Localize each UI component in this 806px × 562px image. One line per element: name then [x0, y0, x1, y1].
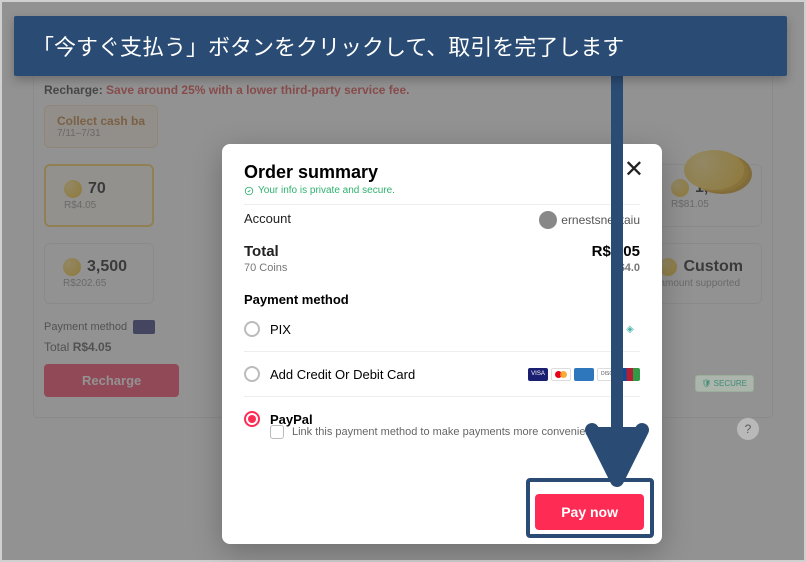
pay-now-wrapper: Pay now [535, 494, 644, 530]
order-summary-modal: ✕ Order summary Your info is private and… [222, 144, 662, 544]
jcb-icon [620, 368, 640, 381]
pix-label: PIX [270, 322, 291, 337]
total-value: R$4.05 [592, 243, 640, 260]
close-button[interactable]: ✕ [624, 158, 644, 182]
visa-icon: VISA [528, 368, 548, 381]
avatar-icon [539, 211, 557, 229]
payment-option-pix[interactable]: PIX ◈ [244, 307, 640, 352]
account-row: Account ernestsneptaiu [244, 204, 640, 229]
lock-icon [244, 186, 254, 196]
card-brand-icons: VISA DISC [528, 368, 640, 381]
paypal-link-label: Link this payment method to make payment… [292, 426, 595, 438]
discover-icon: DISC [597, 368, 617, 381]
coins-price: R$4.0 [592, 262, 640, 274]
radio-checked-icon [244, 411, 260, 427]
coins-count: 70 Coins [244, 262, 287, 274]
secure-message: Your info is private and secure. [244, 185, 640, 196]
card-label: Add Credit Or Debit Card [270, 367, 415, 382]
payment-method-heading: Payment method [244, 292, 640, 307]
radio-unchecked-icon [244, 321, 260, 337]
checkbox-unchecked-icon[interactable] [270, 425, 284, 439]
pix-icon: ◈ [620, 322, 640, 336]
mastercard-icon [551, 368, 571, 381]
account-value: ernestsneptaiu [539, 211, 640, 229]
paypal-link-option[interactable]: Link this payment method to make payment… [270, 425, 640, 449]
radio-unchecked-icon [244, 366, 260, 382]
pay-now-button[interactable]: Pay now [535, 494, 644, 530]
instruction-callout: 「今すぐ支払う」ボタンをクリックして、取引を完了します [14, 16, 787, 76]
modal-title: Order summary [244, 162, 640, 183]
total-label: Total [244, 243, 287, 260]
payment-option-card[interactable]: Add Credit Or Debit Card VISA DISC [244, 352, 640, 397]
total-row: Total 70 Coins R$4.05 R$4.0 [244, 243, 640, 274]
account-label: Account [244, 211, 291, 226]
amex-icon [574, 368, 594, 381]
